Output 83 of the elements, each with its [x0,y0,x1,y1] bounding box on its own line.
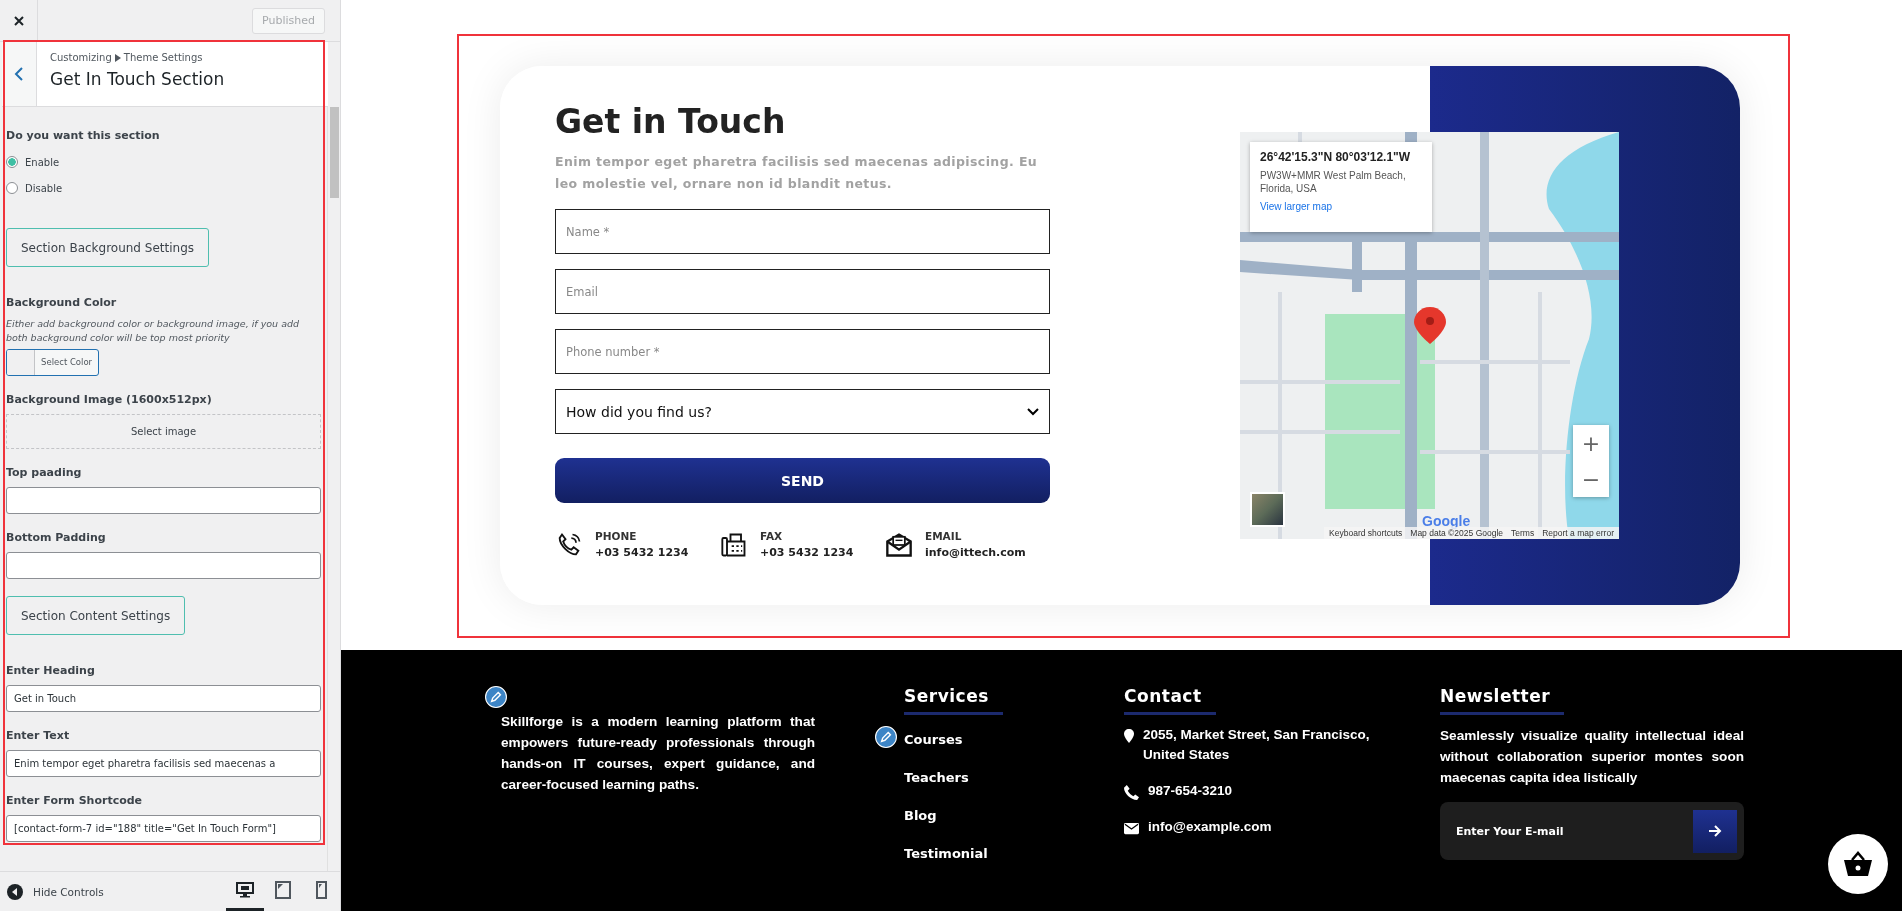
input-field[interactable]: Email [555,269,1050,314]
desktop-icon [236,881,254,899]
map-logo: Google [1422,513,1471,529]
footer-link[interactable]: Testimonial [904,846,988,861]
text-field[interactable]: [contact-form-7 id="188" title="Get In Touch Form"] [6,815,321,842]
scrollbar[interactable] [327,107,340,871]
newsletter-input[interactable]: Enter Your E-mail [1456,824,1656,838]
pencil-edit-icon[interactable] [875,726,897,748]
send-button[interactable]: SEND [555,458,1050,503]
select-color-label: Select Color [40,356,94,369]
control-label: Bottom Padding [6,531,107,544]
view-larger-map-link[interactable]: View larger map [1260,201,1333,212]
footer-link[interactable]: Blog [904,808,937,823]
map-coordinates: 26°42'15.3"N 80°03'12.1"W [1260,150,1412,164]
back-icon[interactable] [14,67,24,81]
attribution-link[interactable]: Keyboard shortcuts [1329,528,1403,538]
control-label: Background Color [6,296,118,309]
text-field[interactable]: Get in Touch [6,685,321,712]
radio-label[interactable]: Enable [25,156,60,168]
satellite-view-button[interactable] [1250,492,1285,527]
control-label: Top paading [6,466,83,479]
collapse-icon [7,883,23,900]
contact-detail: info@example.com [1148,818,1273,836]
text-field[interactable]: Enim tempor eget pharetra facilisis sed maecenas a [6,750,321,777]
breadcrumb-link[interactable]: Theme Settings [123,52,203,63]
info-value: +03 5432 1234 [595,546,689,559]
basket-icon [1843,851,1873,877]
info-value: info@ittech.com [925,546,1026,559]
radio-button[interactable] [6,182,18,194]
control-label: Do you want this section [6,129,161,142]
footer-link[interactable]: Teachers [904,770,969,785]
section-heading: Get in Touch [555,102,787,141]
zoom-in-button[interactable]: + [1573,425,1609,461]
text-field[interactable] [6,552,321,579]
section-title: Get In Touch Section [50,69,225,89]
arrow-right-icon [1708,825,1722,837]
info-label: EMAIL [925,530,963,542]
map[interactable]: 26°42'15.3"N 80°03'12.1"W PW3W+MMR West Palm Beach, Florida, USA View larger map + − Google Keyboard shortcuts Map data ©2025 Google Terms Report a map error [1240,132,1619,539]
footer-link[interactable]: Courses [904,732,963,747]
pencil-edit-icon[interactable] [485,686,507,708]
footer-heading: Newsletter [1440,686,1565,715]
select-image-button[interactable]: Select image [6,414,321,449]
control-description: Either add background color or background image, if you add both background color will be top most priority [6,317,301,345]
close-icon[interactable] [12,14,25,27]
radio-label[interactable]: Disable [25,182,63,194]
contact-detail: 2055, Market Street, San Francisco, United States [1143,726,1371,764]
input-field[interactable]: Name * [555,209,1050,254]
control-label: Enter Text [6,729,71,742]
info-label: FAX [760,530,784,542]
select-color-button[interactable]: Select Color [6,349,100,376]
info-value: +03 5432 1234 [760,546,854,559]
radio-button[interactable] [6,156,18,168]
footer-heading: Services [904,686,1003,715]
attribution-link[interactable]: Map data ©2025 Google [1410,528,1504,538]
triangle-icon [114,53,121,62]
control-label: Enter Form Shortcode [6,794,144,807]
map-address: PW3W+MMR West Palm Beach, Florida, USA [1260,169,1407,195]
text-field[interactable] [6,487,321,514]
input-field[interactable]: Phone number * [555,329,1050,374]
control-label: Background Image (1600x512px) [6,393,213,406]
color-swatch [7,350,35,375]
breadcrumb-link[interactable]: Customizing [50,52,112,63]
footer-heading: Contact [1124,686,1216,715]
location-pin-icon [1124,729,1134,743]
phone-icon [1124,785,1139,800]
section-settings-button[interactable]: Section Content Settings [6,596,186,635]
section-description: Enim tempor eget pharetra facilisis sed maecenas adipiscing. Eu leo molestie vel, ornare non id blandit netus. [555,153,1039,193]
info-label: PHONE [595,530,638,542]
dropdown-field[interactable]: How did you find us? [555,389,1050,434]
zoom-out-button[interactable]: − [1573,461,1609,497]
tablet-icon [274,881,292,899]
envelope-icon [885,530,913,559]
subscribe-button[interactable] [1693,809,1737,853]
chevron-down-icon [1027,405,1039,418]
section-settings-button[interactable]: Section Background Settings [6,228,210,267]
hide-controls-button[interactable]: Hide Controls [7,883,104,900]
attribution-link[interactable]: Terms [1511,528,1535,538]
newsletter-text: Seamlessly visualize quality intellectual ideal without collaboration superior montes soon maecenas capita idea listically [1440,727,1744,787]
envelope-icon [1124,821,1139,836]
contact-detail: 987-654-3210 [1148,782,1234,800]
about-text: Skillforge is a modern learning platform that empowers future-ready professionals through hands-on IT courses, expert guidance, and career-focused learning paths. [501,713,815,794]
attribution-link[interactable]: Report a map error [1542,528,1614,538]
control-label: Enter Heading [6,664,96,677]
